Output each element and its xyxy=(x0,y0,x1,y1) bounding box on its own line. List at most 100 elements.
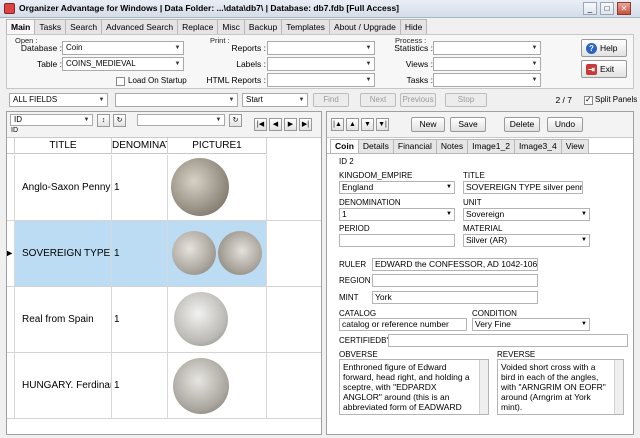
prev-record-button[interactable]: ▲ xyxy=(346,118,359,131)
cell-denomination[interactable]: 1 xyxy=(112,221,168,286)
tab-notes[interactable]: Notes xyxy=(435,139,469,153)
search-input[interactable]: ▼ xyxy=(115,93,238,107)
labels-select[interactable]: ▼ xyxy=(267,57,375,71)
tab-backup[interactable]: Backup xyxy=(243,19,283,34)
condition-label: CONDITION xyxy=(472,309,517,318)
split-panels-checkbox[interactable] xyxy=(584,95,593,105)
table-select[interactable]: COINS_MEDIEVAL ▼ xyxy=(62,57,184,71)
tab-replace[interactable]: Replace xyxy=(177,19,219,34)
scrollbar[interactable] xyxy=(479,360,488,414)
chevron-down-icon: ▼ xyxy=(446,184,452,190)
new-record-button[interactable]: New xyxy=(411,117,445,132)
cell-picture[interactable] xyxy=(168,155,267,220)
help-button[interactable]: ? Help xyxy=(581,39,627,57)
cell-title[interactable]: HUNGARY. Ferdinand xyxy=(15,353,112,418)
html-reports-select[interactable]: ▼ xyxy=(267,73,375,87)
denomination-select[interactable]: 1 ▼ xyxy=(339,208,455,221)
exit-button[interactable]: ⇥ Exit xyxy=(581,60,627,78)
stop-button[interactable]: Stop xyxy=(445,93,487,107)
next-record-button[interactable]: ▶ xyxy=(284,118,297,131)
reports-select[interactable]: ▼ xyxy=(267,41,375,55)
cell-title[interactable]: SOVEREIGN TYPE xyxy=(15,221,112,286)
cell-denomination[interactable]: 1 xyxy=(112,287,168,352)
cell-picture[interactable] xyxy=(168,353,267,418)
catalog-field[interactable]: catalog or reference number xyxy=(339,318,467,331)
tab-main[interactable]: Main xyxy=(6,19,36,35)
unit-select[interactable]: Sovereign ▼ xyxy=(463,208,590,221)
maximize-button[interactable]: □ xyxy=(600,2,614,15)
column-header-title[interactable]: TITLE xyxy=(15,138,112,154)
tab-coin[interactable]: Coin xyxy=(330,139,359,153)
chevron-down-icon: ▼ xyxy=(215,117,222,123)
filter-refresh-button[interactable]: ↻ xyxy=(229,114,242,127)
table-label: Table : xyxy=(36,59,62,69)
search-mode-select[interactable]: Start ▼ xyxy=(242,93,308,107)
ruler-field[interactable]: EDWARD the CONFESSOR, AD 1042-1066 xyxy=(372,258,538,271)
tab-templates[interactable]: Templates xyxy=(281,19,330,34)
cell-title[interactable]: Anglo-Saxon Penny xyxy=(15,155,112,220)
obverse-field[interactable]: Enthroned figure of Edward forward, head… xyxy=(339,359,489,415)
coin-image xyxy=(171,158,229,216)
cell-denomination[interactable]: 1 xyxy=(112,353,168,418)
column-header-denomination[interactable]: DENOMINATION xyxy=(112,138,168,154)
filter-select[interactable]: ▼ xyxy=(137,114,225,126)
database-select[interactable]: Coin ▼ xyxy=(62,41,184,55)
tab-misc[interactable]: Misc xyxy=(217,19,245,34)
statistics-select[interactable]: ▼ xyxy=(433,41,541,55)
refresh-button[interactable]: ↻ xyxy=(113,114,126,127)
tab-advanced-search[interactable]: Advanced Search xyxy=(101,19,179,34)
column-header-picture1[interactable]: PICTURE1 xyxy=(168,138,267,154)
tab-view[interactable]: View xyxy=(560,139,590,153)
search-field-select[interactable]: ALL FIELDS ▼ xyxy=(9,93,108,107)
tab-image1-2[interactable]: Image1_2 xyxy=(467,139,515,153)
minimize-button[interactable]: _ xyxy=(583,2,597,15)
tab-financial[interactable]: Financial xyxy=(392,139,437,153)
title-field[interactable]: SOVEREIGN TYPE silver penny. xyxy=(463,181,583,194)
table-row[interactable]: HUNGARY. Ferdinand 1 xyxy=(7,353,321,419)
close-button[interactable]: ✕ xyxy=(617,2,631,15)
views-select[interactable]: ▼ xyxy=(433,57,541,71)
undo-button[interactable]: Undo xyxy=(547,117,583,132)
next-button[interactable]: Next xyxy=(360,93,396,107)
tab-details[interactable]: Details xyxy=(357,139,394,153)
sort-direction-button[interactable]: ↕ xyxy=(97,114,110,127)
labels-label: Labels : xyxy=(236,59,266,69)
period-field[interactable] xyxy=(339,234,455,247)
tab-tasks[interactable]: Tasks xyxy=(34,19,67,34)
cell-denomination[interactable]: 1 xyxy=(112,155,168,220)
mint-field[interactable]: York xyxy=(372,291,538,304)
cell-picture[interactable] xyxy=(168,221,267,286)
kingdom-select[interactable]: England ▼ xyxy=(339,181,455,194)
tab-image3-4[interactable]: Image3_4 xyxy=(513,139,562,153)
delete-record-button[interactable]: Delete xyxy=(504,117,540,132)
reports-label: Reports : xyxy=(231,43,267,53)
main-toolbar-panel: Open : Database : Coin ▼ Table : COINS_ME… xyxy=(6,34,634,89)
tab-about-upgrade[interactable]: About / Upgrade xyxy=(328,19,401,34)
condition-select[interactable]: Very Fine ▼ xyxy=(472,318,590,331)
material-select[interactable]: Silver (AR) ▼ xyxy=(463,234,590,247)
certifiedby-field[interactable] xyxy=(388,334,628,347)
tasks-select[interactable]: ▼ xyxy=(433,73,541,87)
cell-title[interactable]: Real from Spain xyxy=(15,287,112,352)
find-button[interactable]: Find xyxy=(313,93,349,107)
reverse-field[interactable]: Voided short cross with a bird in each o… xyxy=(497,359,624,415)
scrollbar[interactable] xyxy=(614,360,623,414)
region-field[interactable] xyxy=(372,274,538,287)
last-record-button[interactable]: ▼| xyxy=(376,118,389,131)
table-row[interactable]: Anglo-Saxon Penny 1 xyxy=(7,155,321,221)
save-record-button[interactable]: Save xyxy=(450,117,486,132)
first-record-button[interactable]: |◀ xyxy=(254,118,267,131)
next-record-button[interactable]: ▼ xyxy=(361,118,374,131)
tab-search[interactable]: Search xyxy=(65,19,103,34)
first-record-button[interactable]: |▲ xyxy=(331,118,344,131)
last-record-button[interactable]: ▶| xyxy=(299,118,312,131)
coin-reverse-image xyxy=(218,231,262,275)
table-row[interactable]: Real from Spain 1 xyxy=(7,287,321,353)
cell-picture[interactable] xyxy=(168,287,267,352)
tab-hide[interactable]: Hide xyxy=(399,19,428,34)
sort-field-select[interactable]: ID ▼ xyxy=(10,114,93,126)
load-on-startup-checkbox[interactable] xyxy=(116,77,125,86)
prev-record-button[interactable]: ◀ xyxy=(269,118,282,131)
table-row[interactable]: ▸ SOVEREIGN TYPE 1 xyxy=(7,221,321,287)
previous-button[interactable]: Previous xyxy=(400,93,436,107)
